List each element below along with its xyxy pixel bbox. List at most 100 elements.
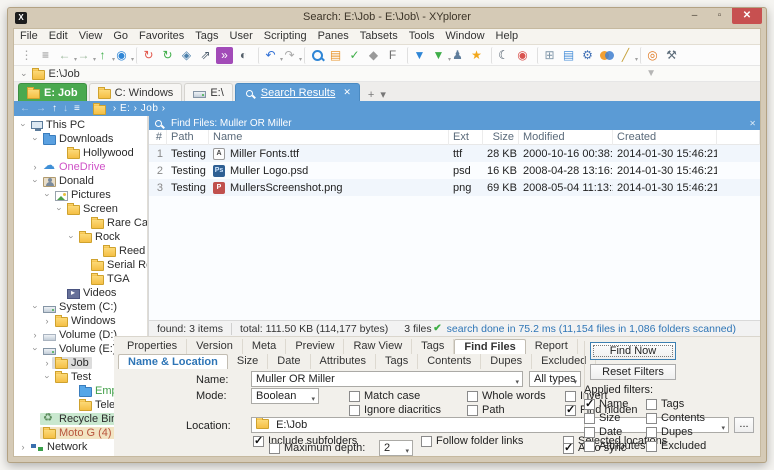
back-icon[interactable]: ← <box>56 47 73 64</box>
tab[interactable]: Search Results ✕ <box>235 83 360 101</box>
font-info-icon[interactable]: F <box>384 47 401 64</box>
filter-checkbox[interactable]: Date <box>584 425 646 439</box>
checkbox-box[interactable] <box>467 405 478 416</box>
close-icon[interactable]: ✕ <box>749 119 756 128</box>
checkbox-box[interactable] <box>584 441 595 452</box>
filter-checkbox[interactable]: Attributes <box>584 439 646 453</box>
checkbox-box[interactable] <box>646 399 657 410</box>
clipboard-icon[interactable]: ▤ <box>327 47 344 64</box>
checkbox-box[interactable] <box>646 427 657 438</box>
info-tab[interactable]: Preview <box>286 339 344 354</box>
tree-item[interactable]: System (C:) <box>14 300 147 314</box>
new-tab-button[interactable]: + <box>368 89 374 101</box>
tree-expander-icon[interactable] <box>42 190 52 200</box>
close-button[interactable]: ✕ <box>732 8 762 24</box>
info-tab[interactable]: Version <box>187 339 243 354</box>
checkbox-box[interactable] <box>646 441 657 452</box>
address-bar[interactable]: ⌄ E:\Job ▼ <box>14 66 760 82</box>
redo-icon[interactable]: ↷ <box>281 47 298 64</box>
info-tab[interactable]: Meta <box>243 339 286 354</box>
tree-item[interactable]: Hollywood <box>14 146 147 160</box>
grip-icon[interactable]: ⋮ <box>18 47 35 64</box>
tree-item[interactable]: Rare Cameras <box>14 216 147 230</box>
checkbox-box[interactable] <box>349 405 360 416</box>
layers-icon[interactable]: ◈ <box>178 47 195 64</box>
column-created[interactable]: Created <box>613 130 717 145</box>
tree-item[interactable]: Windows <box>14 314 147 328</box>
filter-checkbox[interactable]: Contents <box>646 411 718 425</box>
menu-item[interactable]: Tools <box>409 30 435 44</box>
basketball-icon[interactable]: ◉ <box>514 47 531 64</box>
chevron-down-icon[interactable]: ⌄ <box>20 68 28 79</box>
table-row[interactable]: 2 Testing Ps Muller Logo.psd psd 16 KB 2… <box>149 162 760 179</box>
target-icon[interactable]: ◎ <box>640 47 661 64</box>
tab[interactable]: E: Job <box>18 83 87 101</box>
tree-expander-icon[interactable] <box>30 344 40 354</box>
tree-item[interactable]: Serial Rename <box>14 258 147 272</box>
tree-expander-icon[interactable] <box>42 316 52 326</box>
search-icon[interactable] <box>304 47 325 64</box>
checkbox-box[interactable] <box>565 391 576 402</box>
checkbox[interactable]: Follow folder links <box>421 435 563 447</box>
checkbox-box[interactable] <box>584 413 595 424</box>
tree-item[interactable]: Reed <box>14 244 147 258</box>
menu-button-icon[interactable]: ≡ <box>37 47 54 64</box>
breadcrumb[interactable]: › E: › Job › <box>113 103 166 114</box>
find-files-subtab[interactable]: Tags <box>376 354 418 369</box>
info-tab[interactable]: Tags <box>412 339 454 354</box>
tree-item[interactable]: Rock <box>14 230 147 244</box>
find-files-subtab[interactable]: Dupes <box>481 354 532 369</box>
table-row[interactable]: 1 Testing A Miller Fonts.ttf ttf 28 KB 2… <box>149 145 760 162</box>
grid-view-icon[interactable]: ⊞ <box>537 47 558 64</box>
menu-item[interactable]: Favorites <box>139 30 184 44</box>
checkbox-box[interactable] <box>349 391 360 402</box>
filter-checkbox[interactable]: Size <box>584 411 646 425</box>
type-select[interactable]: All types <box>529 371 581 387</box>
address-path[interactable]: E:\Job <box>49 68 80 80</box>
maximum-depth-checkbox[interactable]: Maximum depth: <box>269 442 365 454</box>
tag-icon[interactable]: ◆ <box>365 47 382 64</box>
checkbox-box[interactable] <box>269 443 280 454</box>
filter-icon[interactable]: ▼ <box>407 47 428 64</box>
tree-expander-icon[interactable] <box>30 302 40 312</box>
info-tab[interactable]: Raw View <box>344 339 412 354</box>
checkbox-box[interactable] <box>565 405 576 416</box>
find-files-subtab[interactable]: Date <box>268 354 310 369</box>
tab-list-dropdown-icon[interactable]: ▾ <box>380 88 386 101</box>
checkbox-box[interactable] <box>563 443 574 454</box>
column-modified[interactable]: Modified <box>519 130 613 145</box>
menu-item[interactable]: Tabsets <box>360 30 398 44</box>
mode-select[interactable]: Boolean <box>251 388 319 404</box>
maximize-button[interactable]: ▫ <box>707 8 732 24</box>
menu-item[interactable]: Scripting <box>264 30 307 44</box>
checkbox[interactable]: Path <box>467 403 565 417</box>
brush-icon[interactable]: ╱ <box>617 47 634 64</box>
forward-icon[interactable]: → <box>75 47 92 64</box>
column-size[interactable]: Size <box>483 130 519 145</box>
table-row[interactable]: 3 Testing P MullersScreenshot.png png 69… <box>149 179 760 196</box>
tools-icon[interactable]: ⚒ <box>663 47 680 64</box>
tree-item[interactable]: Videos <box>14 286 147 300</box>
tab-close-icon[interactable]: ✕ <box>343 87 351 98</box>
filter-checkbox[interactable]: Name <box>584 397 646 411</box>
menu-item[interactable]: Window <box>445 30 484 44</box>
info-tab[interactable]: Properties <box>118 339 187 354</box>
find-files-subtab[interactable]: Attributes <box>311 354 376 369</box>
visual-filter-icon[interactable]: ▼ <box>646 68 656 79</box>
titlebar[interactable]: X Search: E:\Job - E:\Job\ - XYplorer – … <box>8 8 766 28</box>
tree-item[interactable]: Screen <box>14 202 147 216</box>
tree-expander-icon[interactable] <box>42 358 52 368</box>
tree-expander-icon[interactable] <box>18 120 28 130</box>
filter-checkbox[interactable]: Tags <box>646 397 718 411</box>
filter-green-icon[interactable]: ▼ <box>430 47 447 64</box>
find-now-button[interactable]: Find Now <box>590 342 676 360</box>
minimize-button[interactable]: – <box>682 8 707 24</box>
breadcrumb-back-icon[interactable]: ← <box>20 103 30 114</box>
checkbox[interactable]: Whole words <box>467 389 565 403</box>
details-view-icon[interactable]: ▤ <box>560 47 577 64</box>
find-files-subtab[interactable]: Name & Location <box>118 354 228 369</box>
tree-expander-icon[interactable] <box>30 330 40 340</box>
checkbox-box[interactable] <box>584 399 595 410</box>
tree-expander-icon[interactable] <box>54 204 64 214</box>
rename-icon[interactable]: ✓ <box>346 47 363 64</box>
